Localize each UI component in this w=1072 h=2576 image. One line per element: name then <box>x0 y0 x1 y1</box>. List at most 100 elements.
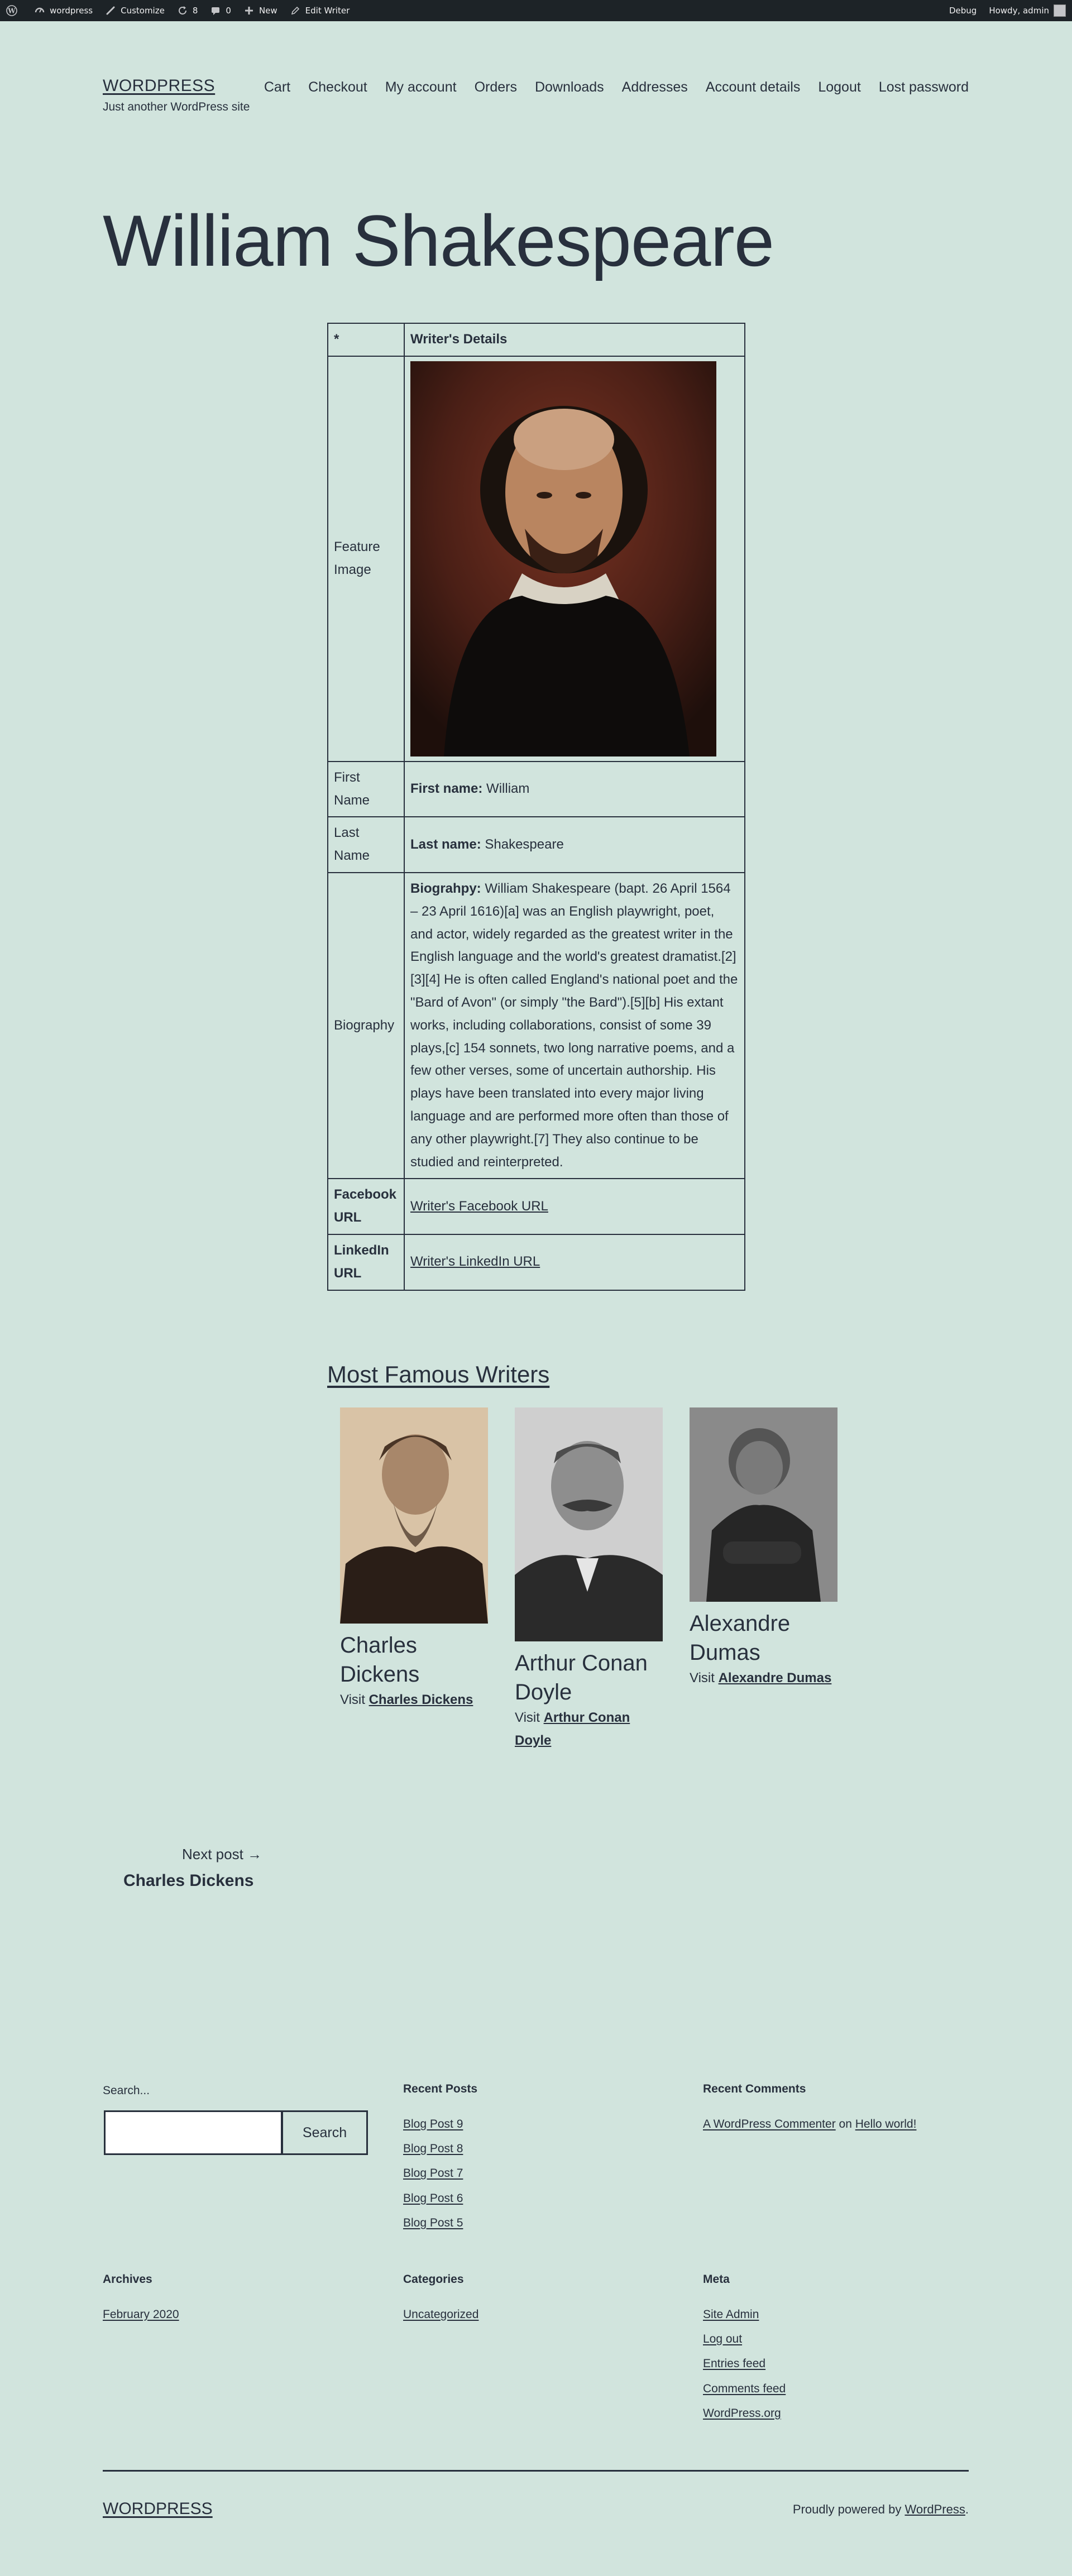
linkedin-link[interactable]: Writer's LinkedIn URL <box>410 1254 540 1269</box>
site-name-menu[interactable]: wordpress <box>28 0 99 21</box>
wordpress-logo-icon: W <box>6 5 17 16</box>
category-link[interactable]: Uncategorized <box>403 2308 478 2321</box>
visit-writer-link[interactable]: Charles Dickens <box>369 1692 473 1707</box>
primary-nav: Cart Checkout My account Orders Download… <box>264 79 969 95</box>
recent-comments-widget: Recent Comments A WordPress Commenter on… <box>703 2082 916 2142</box>
edit-writer-link[interactable]: Edit Writer <box>284 0 356 21</box>
recent-post-link[interactable]: Blog Post 5 <box>403 2216 463 2229</box>
meta-entries-feed-link[interactable]: Entries feed <box>703 2357 765 2370</box>
writer-name: Alexandre Dumas <box>690 1611 791 1665</box>
recent-post-link[interactable]: Blog Post 7 <box>403 2167 463 2180</box>
powered-prefix: Proudly powered by <box>792 2502 905 2516</box>
writer-visit-line: Visit Charles Dickens <box>340 1689 488 1712</box>
nav-item-checkout[interactable]: Checkout <box>308 79 367 95</box>
dickens-portrait-image[interactable] <box>340 1407 488 1624</box>
visit-prefix: Visit <box>515 1710 540 1725</box>
meta-widget: Meta Site Admin Log out Entries feed Com… <box>703 2273 786 2431</box>
site-title-link[interactable]: WORDPRESS <box>103 76 215 95</box>
meta-logout-link[interactable]: Log out <box>703 2333 742 2345</box>
writer-visit-line: Visit Alexandre Dumas <box>690 1667 838 1690</box>
facebook-link[interactable]: Writer's Facebook URL <box>410 1199 548 1214</box>
writer-name: Arthur Conan Doyle <box>515 1651 648 1704</box>
nav-item-account-details[interactable]: Account details <box>706 79 801 95</box>
edit-writer-label: Edit Writer <box>305 6 350 16</box>
facebook-label: Facebook URL <box>327 1178 405 1235</box>
plus-icon <box>243 5 255 16</box>
site-name-label: wordpress <box>50 6 93 16</box>
writer-card-dickens: Charles Dickens Visit Charles Dickens <box>340 1407 488 1712</box>
meta-comments-feed-link[interactable]: Comments feed <box>703 2382 786 2395</box>
updates-icon <box>177 5 188 16</box>
archive-link[interactable]: February 2020 <box>103 2308 179 2321</box>
customize-menu[interactable]: Customize <box>99 0 171 21</box>
brush-icon <box>105 5 116 16</box>
wordpress-logo-menu[interactable]: W <box>0 0 28 21</box>
nav-item-my-account[interactable]: My account <box>385 79 457 95</box>
avatar <box>1054 4 1066 17</box>
nav-item-downloads[interactable]: Downloads <box>535 79 604 95</box>
powered-suffix: . <box>965 2502 969 2516</box>
first-name-label: First Name <box>327 760 405 818</box>
howdy-label: Howdy, admin <box>989 6 1049 16</box>
meta-wordpress-org-link[interactable]: WordPress.org <box>703 2407 781 2420</box>
shakespeare-portrait-image <box>410 361 716 756</box>
recent-comment-item: A WordPress Commenter on Hello world! <box>703 2117 916 2131</box>
comment-author-link[interactable]: A WordPress Commenter <box>703 2118 836 2130</box>
next-post-label[interactable]: Next post → <box>182 1846 262 1863</box>
nav-item-lost-password[interactable]: Lost password <box>879 79 969 95</box>
wordpress-link[interactable]: WordPress <box>904 2502 965 2516</box>
table-row-facebook: Facebook URL Writer's Facebook URL <box>327 1178 745 1235</box>
admin-bar: W wordpress Customize 8 0 New Edit Write… <box>0 0 1072 21</box>
table-header-row: * Writer's Details <box>327 323 745 357</box>
recent-post-link[interactable]: Blog Post 9 <box>403 2118 463 2130</box>
visit-prefix: Visit <box>340 1692 365 1707</box>
new-label: New <box>259 6 277 16</box>
linkedin-label: LinkedIn URL <box>327 1233 405 1291</box>
table-row-feature-image: Feature Image <box>327 355 745 762</box>
search-button[interactable]: Search <box>281 2110 368 2155</box>
famous-writers-heading[interactable]: Most Famous Writers <box>327 1361 549 1388</box>
meta-site-admin-link[interactable]: Site Admin <box>703 2308 759 2321</box>
recent-post-link[interactable]: Blog Post 6 <box>403 2192 463 2205</box>
customize-label: Customize <box>121 6 165 16</box>
dumas-portrait-image[interactable] <box>690 1407 838 1602</box>
footer-divider <box>103 2470 969 2472</box>
recent-comments-title: Recent Comments <box>703 2082 806 2095</box>
recent-posts-widget: Recent Posts Blog Post 9 Blog Post 8 Blo… <box>403 2082 477 2240</box>
first-name-cell: First name: William <box>404 760 745 818</box>
first-name-value: William <box>486 781 530 797</box>
table-row-last-name: Last Name Last name: Shakespeare <box>327 816 745 873</box>
nav-item-orders[interactable]: Orders <box>475 79 517 95</box>
comment-icon <box>210 5 221 16</box>
table-row-first-name: First Name First name: William <box>327 760 745 818</box>
linkedin-cell: Writer's LinkedIn URL <box>404 1233 745 1291</box>
doyle-portrait-image[interactable] <box>515 1407 663 1641</box>
comment-post-link[interactable]: Hello world! <box>855 2118 917 2130</box>
writer-card-dumas: Alexandre Dumas Visit Alexandre Dumas <box>690 1407 838 1690</box>
nav-item-cart[interactable]: Cart <box>264 79 290 95</box>
table-row-biography: Biography Biograhpy: William Shakespeare… <box>327 872 745 1180</box>
feature-image-label: Feature Image <box>327 355 405 762</box>
visit-prefix: Visit <box>690 1670 715 1686</box>
updates-menu[interactable]: 8 <box>171 0 204 21</box>
search-label: Search... <box>103 2084 150 2097</box>
feature-image-cell <box>404 355 745 762</box>
my-account-menu[interactable]: Howdy, admin <box>983 0 1072 21</box>
recent-post-link[interactable]: Blog Post 8 <box>403 2142 463 2155</box>
archives-widget: Archives February 2020 <box>103 2273 179 2332</box>
first-name-key: First name: <box>410 781 483 797</box>
debug-menu[interactable]: Debug <box>943 0 983 21</box>
comments-menu[interactable]: 0 <box>204 0 237 21</box>
next-post-link[interactable]: Charles Dickens <box>123 1871 253 1890</box>
last-name-key: Last name: <box>410 836 481 852</box>
nav-item-logout[interactable]: Logout <box>818 79 860 95</box>
comment-on-text: on <box>839 2118 852 2130</box>
footer-site-title-link[interactable]: WORDPRESS <box>103 2500 213 2518</box>
last-name-label: Last Name <box>327 816 405 873</box>
new-content-menu[interactable]: New <box>237 0 284 21</box>
search-input[interactable] <box>104 2110 283 2155</box>
nav-item-addresses[interactable]: Addresses <box>622 79 688 95</box>
table-header-star: * <box>327 323 405 357</box>
visit-writer-link[interactable]: Alexandre Dumas <box>719 1670 832 1686</box>
page-title: William Shakespeare <box>103 200 774 281</box>
